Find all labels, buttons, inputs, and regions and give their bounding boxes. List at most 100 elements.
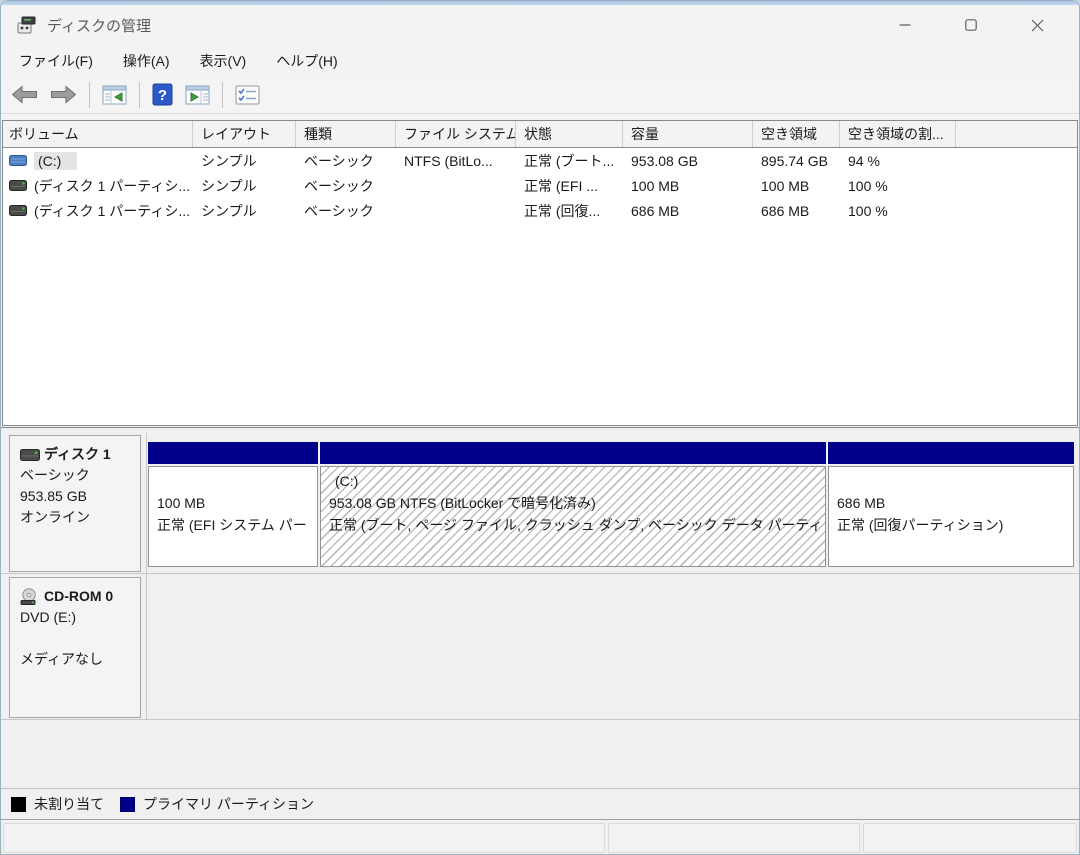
cell-filesystem: NTFS (BitLo... bbox=[396, 153, 516, 169]
header-layout[interactable]: レイアウト bbox=[193, 121, 296, 147]
volume-name: (ディスク 1 パーティシ... bbox=[34, 176, 190, 196]
cell-status: 正常 (回復... bbox=[516, 201, 623, 221]
action-pane-icon bbox=[235, 85, 260, 105]
disk1-name: ディスク 1 bbox=[44, 444, 111, 465]
disk-icon bbox=[20, 449, 40, 461]
status-section bbox=[3, 823, 605, 853]
title-bar: ディスクの管理 bbox=[1, 5, 1079, 45]
header-status[interactable]: 状態 bbox=[516, 121, 623, 147]
partition-c[interactable]: (C:) 953.08 GB NTFS (BitLocker で暗号化済み) 正… bbox=[320, 442, 826, 567]
disk1-kind: ベーシック bbox=[20, 465, 140, 486]
cell-type: ベーシック bbox=[296, 151, 396, 171]
partition-recovery-size: 686 MB bbox=[837, 492, 1071, 514]
cell-free: 100 MB bbox=[753, 178, 840, 194]
maximize-icon bbox=[965, 19, 977, 31]
menu-action[interactable]: 操作(A) bbox=[109, 47, 184, 75]
cdrom-panel[interactable]: CD-ROM 0 DVD (E:) メディアなし bbox=[9, 577, 141, 718]
svg-text:?: ? bbox=[158, 87, 167, 104]
volume-drive-icon bbox=[9, 180, 27, 191]
show-hide-pane-icon bbox=[185, 85, 210, 105]
cell-capacity: 100 MB bbox=[623, 178, 753, 194]
cell-status: 正常 (EFI ... bbox=[516, 176, 623, 196]
volume-name: (C:) bbox=[34, 152, 77, 170]
table-row-recovery[interactable]: (ディスク 1 パーティシ... シンプル ベーシック 正常 (回復... 68… bbox=[3, 198, 1077, 223]
disk1-size: 953.85 GB bbox=[20, 486, 140, 507]
header-capacity[interactable]: 容量 bbox=[623, 121, 753, 147]
legend-primary-label: プライマリ パーティション bbox=[143, 794, 314, 814]
header-filler bbox=[956, 121, 1077, 147]
header-filesystem[interactable]: ファイル システム bbox=[396, 121, 516, 147]
maximize-button[interactable] bbox=[938, 5, 1004, 45]
cell-layout: シンプル bbox=[193, 151, 296, 171]
cd-rom-icon bbox=[20, 588, 40, 605]
cell-status: 正常 (ブート... bbox=[516, 151, 623, 171]
help-icon: ? bbox=[152, 83, 173, 106]
forward-icon bbox=[50, 85, 77, 104]
status-section bbox=[863, 823, 1077, 853]
menu-view[interactable]: 表示(V) bbox=[186, 47, 261, 75]
toolbar-separator bbox=[139, 82, 140, 108]
menu-help[interactable]: ヘルプ(H) bbox=[262, 47, 351, 75]
menu-bar: ファイル(F) 操作(A) 表示(V) ヘルプ(H) bbox=[1, 45, 1079, 77]
volume-name: (ディスク 1 パーティシ... bbox=[34, 201, 190, 221]
header-volume[interactable]: ボリューム bbox=[3, 121, 193, 147]
window-controls bbox=[872, 5, 1070, 45]
toolbar: ? bbox=[1, 76, 1079, 114]
status-section bbox=[608, 823, 860, 853]
grid-line bbox=[1, 573, 1079, 574]
legend: 未割り当て プライマリ パーティション bbox=[1, 788, 1079, 819]
volume-list: ボリューム レイアウト 種類 ファイル システム 状態 容量 空き領域 空き領域… bbox=[2, 120, 1078, 426]
disk1-status: オンライン bbox=[20, 507, 140, 528]
show-hide-pane-button[interactable] bbox=[181, 83, 214, 107]
unallocated-color-swatch bbox=[11, 797, 26, 812]
cell-free: 686 MB bbox=[753, 203, 840, 219]
cell-free-pct: 100 % bbox=[840, 203, 956, 219]
status-bar bbox=[1, 819, 1079, 855]
cdrom-name: CD-ROM 0 bbox=[44, 586, 113, 607]
forward-button[interactable] bbox=[46, 83, 81, 106]
header-free[interactable]: 空き領域 bbox=[753, 121, 840, 147]
volume-list-header: ボリューム レイアウト 種類 ファイル システム 状態 容量 空き領域 空き領域… bbox=[3, 121, 1077, 148]
partition-recovery-status: 正常 (回復パーティション) bbox=[837, 514, 1071, 536]
partition-c-color-band bbox=[320, 442, 826, 464]
close-icon bbox=[1031, 19, 1044, 32]
partition-recovery-color-band bbox=[828, 442, 1074, 464]
header-type[interactable]: 種類 bbox=[296, 121, 396, 147]
partition-c-status: 正常 (ブート, ページ ファイル, クラッシュ ダンプ, ベーシック データ … bbox=[329, 514, 823, 536]
partition-efi-status: 正常 (EFI システム パー bbox=[157, 514, 315, 536]
minimize-icon bbox=[899, 19, 911, 31]
back-button[interactable] bbox=[7, 83, 42, 106]
partition-efi[interactable]: 100 MB 正常 (EFI システム パー bbox=[148, 442, 318, 567]
close-button[interactable] bbox=[1004, 5, 1070, 45]
disk-management-app-icon bbox=[15, 15, 37, 35]
header-free-pct[interactable]: 空き領域の割... bbox=[840, 121, 956, 147]
toolbar-separator bbox=[89, 82, 90, 108]
cdrom-drive: DVD (E:) bbox=[20, 607, 140, 628]
toolbar-separator bbox=[222, 82, 223, 108]
disk-management-window: ディスクの管理 ファイル(F) 操作(A) 表示(V) ヘルプ(H) bbox=[0, 0, 1080, 855]
table-row-c[interactable]: (C:) シンプル ベーシック NTFS (BitLo... 正常 (ブート..… bbox=[3, 148, 1077, 173]
cell-free-pct: 100 % bbox=[840, 178, 956, 194]
table-row-efi[interactable]: (ディスク 1 パーティシ... シンプル ベーシック 正常 (EFI ... … bbox=[3, 173, 1077, 198]
partition-efi-color-band bbox=[148, 442, 318, 464]
console-tree-button[interactable] bbox=[98, 83, 131, 107]
partition-efi-size: 100 MB bbox=[157, 492, 315, 514]
minimize-button[interactable] bbox=[872, 5, 938, 45]
cell-layout: シンプル bbox=[193, 201, 296, 221]
cdrom-media: メディアなし bbox=[20, 649, 140, 670]
disk-graphic-view: ディスク 1 ベーシック 953.85 GB オンライン 100 MB 正常 (… bbox=[1, 427, 1079, 788]
primary-partition-color-swatch bbox=[120, 797, 135, 812]
help-button[interactable]: ? bbox=[148, 81, 177, 108]
menu-file[interactable]: ファイル(F) bbox=[5, 47, 107, 75]
partition-recovery[interactable]: 686 MB 正常 (回復パーティション) bbox=[828, 442, 1074, 567]
volume-drive-icon bbox=[9, 205, 27, 216]
console-tree-icon bbox=[102, 85, 127, 105]
cell-type: ベーシック bbox=[296, 176, 396, 196]
back-icon bbox=[11, 85, 38, 104]
grid-line bbox=[146, 433, 147, 719]
disk1-panel[interactable]: ディスク 1 ベーシック 953.85 GB オンライン bbox=[9, 435, 141, 572]
cell-layout: シンプル bbox=[193, 176, 296, 196]
action-pane-button[interactable] bbox=[231, 83, 264, 107]
cell-free: 895.74 GB bbox=[753, 153, 840, 169]
grid-line bbox=[1, 719, 1079, 720]
